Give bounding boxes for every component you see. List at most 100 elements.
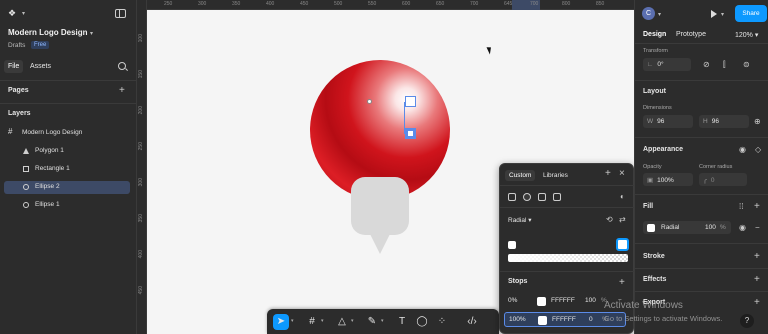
chevron-down-icon[interactable]: ▾ (381, 318, 384, 324)
ruler-tick: 300 (198, 1, 207, 7)
share-button[interactable]: Share (735, 5, 767, 22)
shape-tool-icon[interactable]: △ (334, 314, 350, 330)
fill-swatch[interactable] (647, 224, 655, 232)
flip-gradient-icon[interactable]: ⟲ (606, 216, 613, 224)
layer-item-frame[interactable]: Modern Logo Design (4, 127, 130, 140)
divider (635, 80, 768, 81)
search-icon[interactable] (118, 62, 126, 70)
gradient-type-select[interactable]: Radial ▾ (508, 216, 532, 224)
gradient-radius-handle[interactable] (367, 99, 372, 104)
sidebar-toggle-icon[interactable] (115, 9, 126, 18)
avatar[interactable]: C (642, 7, 655, 20)
tab-file[interactable]: File (4, 60, 24, 73)
flip-vertical-icon[interactable]: ⊜ (743, 61, 750, 69)
fill-visibility-eye-icon[interactable]: ◉ (739, 224, 746, 232)
gradient-stop-start-swatch[interactable] (508, 241, 516, 249)
rotate-icon[interactable]: ⊘ (703, 61, 710, 69)
corner-radius-field[interactable]: ╭ 0 (699, 173, 747, 186)
effects-heading[interactable]: Effects (643, 276, 666, 283)
rectangle-shape[interactable] (351, 177, 409, 235)
gradient-fill-icon[interactable] (523, 193, 531, 201)
layer-item-rectangle[interactable]: Rectangle 1 (4, 163, 130, 176)
layout-heading: Layout (643, 88, 666, 95)
stop-hex[interactable]: FFFFFF (552, 316, 576, 323)
gradient-stop-end-swatch[interactable] (616, 238, 629, 251)
figma-menu-icon[interactable]: ❖ (8, 8, 20, 18)
tab-assets[interactable]: Assets (26, 60, 55, 73)
stroke-heading[interactable]: Stroke (643, 253, 665, 260)
file-menu-chevron-icon[interactable]: ▾ (90, 30, 93, 37)
layer-item-polygon[interactable]: Polygon 1 (4, 145, 130, 158)
left-ruler: 100 150 200 250 300 350 400 450 (137, 0, 147, 334)
tab-libraries[interactable]: Libraries (539, 170, 572, 181)
fill-unit: % (720, 224, 726, 231)
video-fill-icon[interactable] (553, 193, 561, 201)
gradient-bar[interactable] (508, 254, 628, 262)
tab-design[interactable]: Design (643, 31, 666, 38)
layer-item-ellipse-1[interactable]: Ellipse 1 (4, 199, 130, 212)
stop-opacity[interactable]: 0 (589, 316, 593, 323)
present-play-icon[interactable] (711, 10, 717, 18)
blend-drop-icon[interactable]: ◇ (755, 146, 761, 154)
fill-row[interactable]: Radial 100 % (643, 221, 731, 234)
add-stroke-icon[interactable]: + (754, 252, 760, 262)
bottom-toolbar: ➤ ▾ # ▾ △ ▾ ✎ ▾ T ◯ ⁘ ‹/› (267, 309, 499, 334)
height-field[interactable]: H 96 (699, 115, 749, 128)
appearance-heading: Appearance (643, 146, 684, 153)
add-effect-icon[interactable]: + (754, 275, 760, 285)
layer-item-ellipse-2[interactable]: Ellipse 2 (4, 181, 130, 194)
actions-tool-icon[interactable]: ⁘ (434, 314, 450, 330)
blend-mode-icon[interactable]: ◐ (620, 193, 625, 201)
width-field[interactable]: W 96 (643, 115, 693, 128)
stop-swatch[interactable] (537, 297, 546, 306)
add-export-icon[interactable]: + (754, 298, 760, 308)
ruler-tick-selected: 645 (504, 1, 513, 7)
add-stop-icon[interactable]: + (619, 278, 625, 288)
text-tool-icon[interactable]: T (394, 314, 410, 330)
file-title[interactable]: Modern Logo Design (8, 28, 88, 37)
image-fill-icon[interactable] (538, 193, 546, 201)
rectangle-icon (23, 166, 29, 172)
chevron-down-icon[interactable]: ▾ (658, 11, 661, 18)
visibility-eye-icon[interactable]: ◉ (739, 146, 746, 154)
ruler-tick: 250 (164, 1, 173, 7)
polygon-shape[interactable] (367, 228, 393, 254)
solid-fill-icon[interactable] (508, 193, 516, 201)
remove-fill-icon[interactable]: − (755, 224, 760, 232)
chevron-down-icon[interactable]: ▾ (721, 11, 724, 18)
pages-heading[interactable]: Pages (8, 87, 29, 94)
gradient-stop-handle-start[interactable] (405, 96, 416, 107)
add-fill-icon[interactable]: + (754, 202, 760, 212)
comment-tool-icon[interactable]: ◯ (414, 314, 430, 330)
chevron-down-icon[interactable]: ▾ (22, 10, 25, 17)
move-tool-icon[interactable]: ➤ (273, 314, 289, 330)
chevron-down-icon[interactable]: ▾ (321, 318, 324, 324)
left-panel: ❖ ▾ Modern Logo Design ▾ Drafts Free Fil… (0, 0, 137, 334)
frame-tool-icon[interactable]: # (304, 314, 320, 330)
fill-opacity[interactable]: 100 (705, 224, 716, 231)
stop-position[interactable]: 100% (509, 316, 526, 323)
chevron-down-icon[interactable]: ▾ (291, 318, 294, 324)
stop-swatch[interactable] (538, 316, 547, 325)
add-style-icon[interactable]: + (605, 169, 611, 179)
rotation-field[interactable]: ∟ 0° (643, 58, 691, 71)
dev-mode-icon[interactable]: ‹/› (464, 314, 480, 330)
gradient-stop-handle-end[interactable] (405, 128, 416, 139)
flip-horizontal-icon[interactable]: ⫿ (723, 61, 726, 69)
zoom-level[interactable]: 120% ▾ (735, 31, 758, 39)
tab-custom[interactable]: Custom (505, 170, 536, 181)
help-button[interactable]: ? (740, 314, 754, 328)
styles-grid-icon[interactable]: ⁞⁞ (739, 203, 743, 211)
rotate-gradient-icon[interactable]: ⇄ (619, 216, 626, 224)
chevron-down-icon[interactable]: ▾ (351, 318, 354, 324)
add-page-icon[interactable]: + (119, 86, 125, 96)
constrain-proportions-icon[interactable]: ⊕ (754, 118, 761, 126)
pen-tool-icon[interactable]: ✎ (364, 314, 380, 330)
project-name[interactable]: Drafts (8, 42, 25, 49)
stop-hex[interactable]: FFFFFF (551, 297, 575, 304)
stop-position[interactable]: 0% (508, 297, 517, 304)
close-icon[interactable]: × (619, 169, 625, 179)
opacity-field[interactable]: ▣ 100% (643, 173, 693, 186)
tab-prototype[interactable]: Prototype (676, 31, 706, 38)
stop-opacity[interactable]: 100 (585, 297, 596, 304)
